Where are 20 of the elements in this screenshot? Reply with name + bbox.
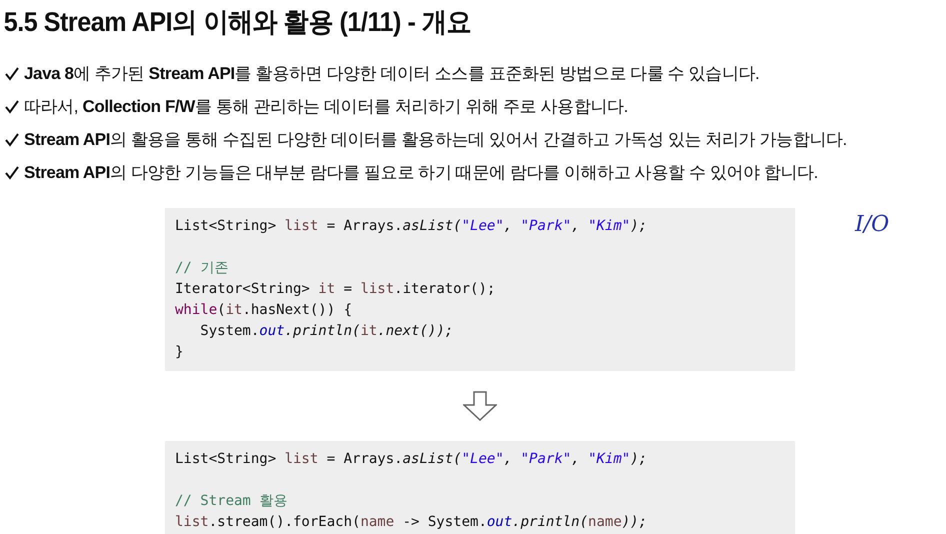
check-icon (4, 98, 20, 114)
code-line: } (175, 343, 184, 362)
code-line: Iterator<String> it = list.iterator(); (175, 280, 496, 299)
check-icon (4, 164, 20, 180)
check-icon (4, 66, 20, 82)
code-line: List<String> list = Arrays.asList("Lee", "Park", "Kim"); (175, 450, 648, 469)
slide-title: 5.5 Stream API의 이해와 활용 (1/11) - 개요 (2, 6, 472, 39)
code-line: List<String> list = Arrays.asList("Lee", "Park", "Kim"); (175, 217, 648, 236)
check-icon (4, 132, 20, 148)
code-line: System.out.println(it.next()); (199, 322, 454, 341)
code-line: // 기존 (175, 259, 230, 278)
bullet-text: Stream API의 활용을 통해 수집된 다양한 데이터를 활용하는데 있어서 간결하고 가독성 있는 처리가 가능합니다. (24, 129, 847, 151)
down-arrow-icon (463, 391, 497, 421)
bullet-text: 따라서, Collection F/W를 통해 관리하는 데이터를 처리하기 위해 주로 사용합니다. (24, 96, 628, 118)
bullet-text: Java 8에 추가된 Stream API를 활용하면 다양한 데이터 소스를 표준화된 방법으로 다룰 수 있습니다. (24, 63, 760, 85)
bullet-text: Stream API의 다양한 기능들은 대부분 람다를 필요로 하기 때문에 람다를 이해하고 사용할 수 있어야 합니다. (24, 162, 818, 184)
code-line: // Stream 활용 (175, 492, 288, 511)
code-line: list.stream().forEach(name -> System.out.println(name)); (175, 513, 648, 532)
handwritten-note: I/O (855, 212, 890, 237)
code-line: while(it.hasNext()) { (175, 301, 354, 320)
